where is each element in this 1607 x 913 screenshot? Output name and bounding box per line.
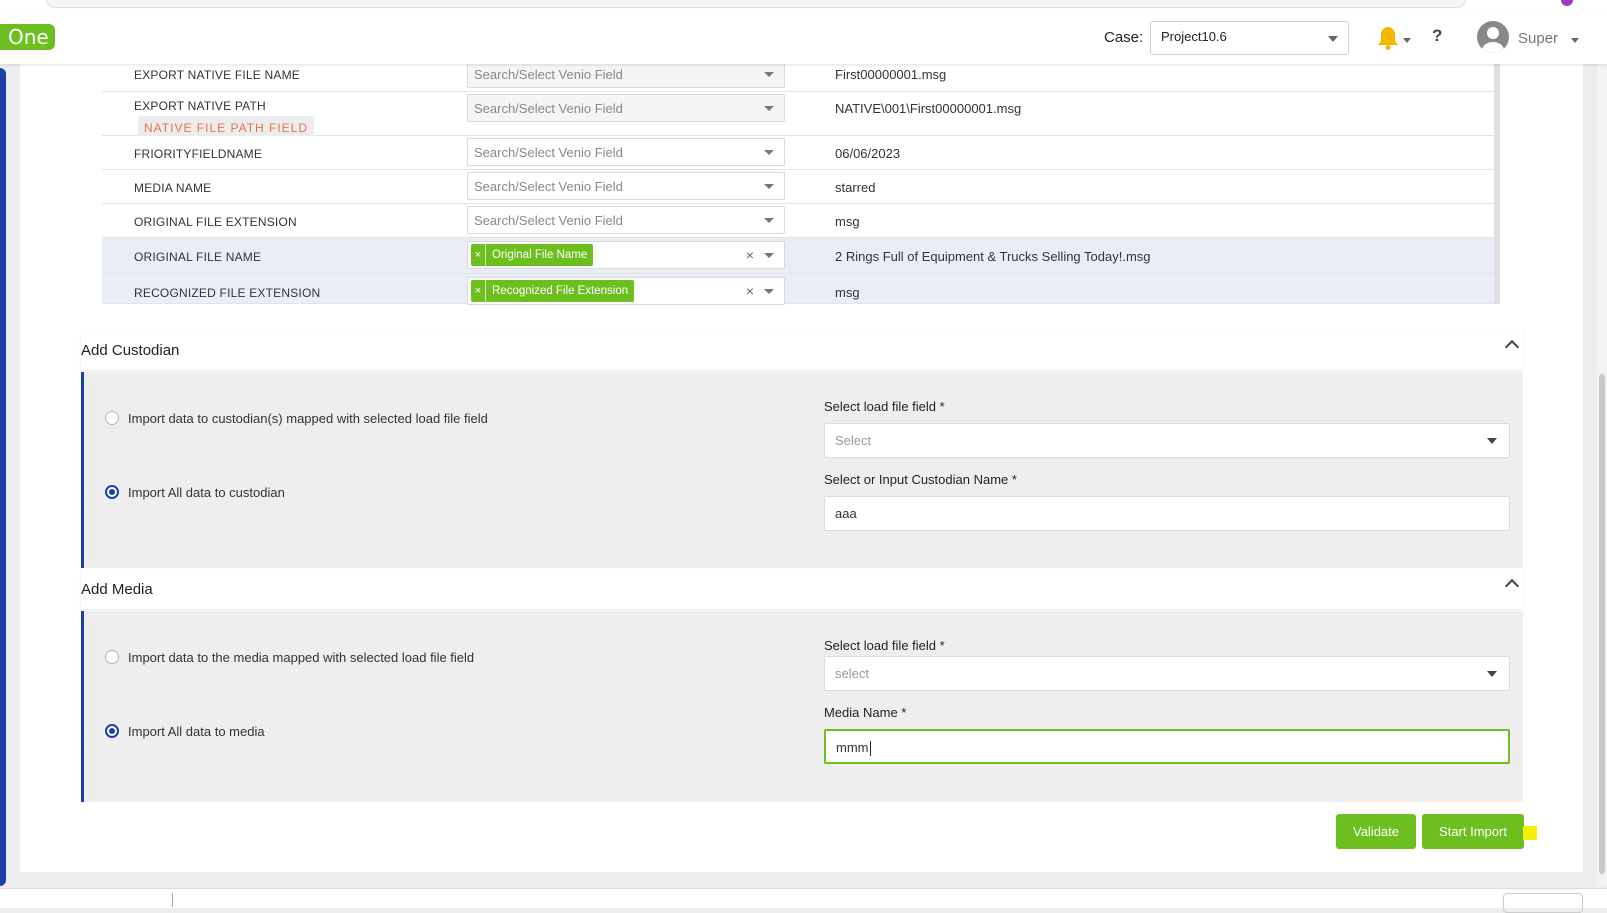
select-placeholder: Search/Select Venio Field [474, 145, 623, 160]
case-select[interactable]: Project10.6 [1150, 21, 1349, 55]
select-placeholder: Search/Select Venio Field [474, 213, 623, 228]
select-placeholder: Search/Select Venio Field [474, 179, 623, 194]
radio-label: Import data to the media mapped with sel… [128, 650, 475, 665]
chevron-down-icon [764, 253, 774, 258]
sample-value: First00000001.msg [835, 67, 947, 82]
custodian-mapped-radio[interactable] [105, 411, 119, 425]
sample-value: msg [835, 285, 860, 300]
user-menu-chevron-icon[interactable] [1571, 38, 1579, 43]
chevron-down-icon [764, 150, 774, 155]
media-mapped-radio[interactable] [105, 650, 119, 664]
radio-label: Import All data to media [128, 724, 265, 739]
bottom-bar [0, 888, 1607, 913]
venio-field-select[interactable]: Search/Select Venio Field [467, 94, 785, 122]
chevron-down-icon [1328, 36, 1338, 42]
table-row: ORIGINAL FILE EXTENSION Search/Select Ve… [102, 204, 1496, 238]
field-label: Media Name * [824, 705, 907, 720]
case-label: Case: [1104, 29, 1144, 46]
start-import-button[interactable]: Start Import [1422, 814, 1524, 849]
chevron-up-icon[interactable] [1504, 578, 1520, 594]
divider [172, 893, 173, 907]
field-name: EXPORT NATIVE PATH [134, 99, 266, 113]
custodian-section-body: Import data to custodian(s) mapped with … [81, 372, 1523, 568]
select-placeholder: Search/Select Venio Field [474, 67, 623, 82]
validate-button[interactable]: Validate [1336, 814, 1416, 849]
field-name: EXPORT NATIVE FILE NAME [134, 68, 300, 82]
bottom-control[interactable] [1503, 893, 1583, 913]
browser-address-bar [46, 0, 1466, 8]
chevron-down-icon [764, 106, 774, 111]
table-row: EXPORT NATIVE FILE NAME Search/Select Ve… [102, 60, 1496, 92]
browser-chrome [0, 0, 1607, 12]
chip-remove-icon[interactable]: × [471, 280, 486, 302]
chip-remove-icon[interactable]: × [471, 244, 486, 266]
case-select-value: Project10.6 [1161, 29, 1227, 44]
chevron-down-icon [764, 289, 774, 294]
select-placeholder: Search/Select Venio Field [474, 101, 623, 116]
chevron-down-icon [1487, 438, 1497, 444]
field-name: ORIGINAL FILE EXTENSION [134, 215, 297, 229]
app-header: One Case: Project10.6 ? Super [0, 12, 1607, 64]
sample-value: starred [835, 180, 876, 195]
table-row: MEDIA NAME Search/Select Venio Field sta… [102, 170, 1496, 204]
field-name: ORIGINAL FILE NAME [134, 250, 262, 264]
help-icon[interactable]: ? [1432, 26, 1442, 46]
sample-value: 2 Rings Full of Equipment & Trucks Selli… [835, 249, 1151, 264]
chevron-down-icon [764, 184, 774, 189]
venio-field-select[interactable]: × Original File Name × [467, 241, 785, 269]
chevron-down-icon [1487, 671, 1497, 677]
table-row: RECOGNIZED FILE EXTENSION × Recognized F… [102, 274, 1496, 305]
venio-field-select[interactable]: Search/Select Venio Field [467, 138, 785, 166]
avatar[interactable] [1477, 21, 1509, 53]
radio-label: Import data to custodian(s) mapped with … [128, 411, 488, 426]
sample-value: msg [835, 214, 860, 229]
venio-field-select[interactable]: × Recognized File Extension × [467, 277, 785, 305]
bell-icon[interactable] [1376, 25, 1400, 51]
field-label: Select load file field * [824, 638, 945, 653]
field-name: MEDIA NAME [134, 181, 212, 195]
cursor-highlight [1523, 826, 1537, 840]
side-accent-rail [0, 68, 6, 886]
media-section-body: Import data to the media mapped with sel… [81, 611, 1523, 802]
custodian-name-input[interactable]: aaa [824, 496, 1510, 531]
selected-field-chip: × Original File Name [471, 244, 594, 266]
table-row: FRIORITYFIELDNAME Search/Select Venio Fi… [102, 136, 1496, 170]
page-scrollbar[interactable] [1597, 64, 1607, 886]
sample-value: 06/06/2023 [835, 146, 901, 161]
table-row: ORIGINAL FILE NAME × Original File Name … [102, 238, 1496, 274]
venio-field-select[interactable]: Search/Select Venio Field [467, 172, 785, 200]
table-row: EXPORT NATIVE PATH NATIVE FILE PATH FIEL… [102, 92, 1496, 140]
media-all-radio[interactable] [105, 724, 119, 738]
table-scrollbar[interactable] [1494, 64, 1500, 304]
clear-icon[interactable]: × [746, 247, 754, 263]
clear-icon[interactable]: × [746, 283, 754, 299]
field-label: Select load file field * [824, 399, 945, 414]
field-label: Select or Input Custodian Name * [824, 472, 1017, 487]
field-name: RECOGNIZED FILE EXTENSION [134, 286, 321, 300]
chevron-down-icon [764, 218, 774, 223]
media-load-field-select[interactable]: select [824, 656, 1510, 691]
venio-field-select[interactable]: Search/Select Venio Field [467, 60, 785, 88]
app-logo[interactable]: One [0, 24, 55, 50]
user-name[interactable]: Super [1518, 30, 1558, 47]
custodian-load-field-select[interactable]: Select [824, 423, 1510, 458]
chevron-down-icon [764, 72, 774, 77]
custodian-all-radio[interactable] [105, 485, 119, 499]
section-title: Add Custodian [81, 342, 180, 359]
media-section-header[interactable]: Add Media [81, 569, 1523, 609]
sample-value: NATIVE\001\First00000001.msg [835, 101, 1022, 116]
media-name-input[interactable]: mmm [824, 729, 1510, 764]
selected-field-chip: × Recognized File Extension [471, 280, 635, 302]
field-name: FRIORITYFIELDNAME [134, 147, 263, 161]
venio-field-select[interactable]: Search/Select Venio Field [467, 206, 785, 234]
page-scroll-thumb[interactable] [1599, 374, 1605, 874]
text-cursor [869, 741, 871, 757]
notifications-chevron-icon[interactable] [1403, 38, 1411, 43]
chevron-up-icon[interactable] [1504, 339, 1520, 355]
radio-label: Import All data to custodian [128, 485, 285, 500]
custodian-section-header[interactable]: Add Custodian [81, 330, 1523, 370]
browser-profile-icon [1561, 0, 1573, 6]
section-title: Add Media [81, 581, 153, 598]
